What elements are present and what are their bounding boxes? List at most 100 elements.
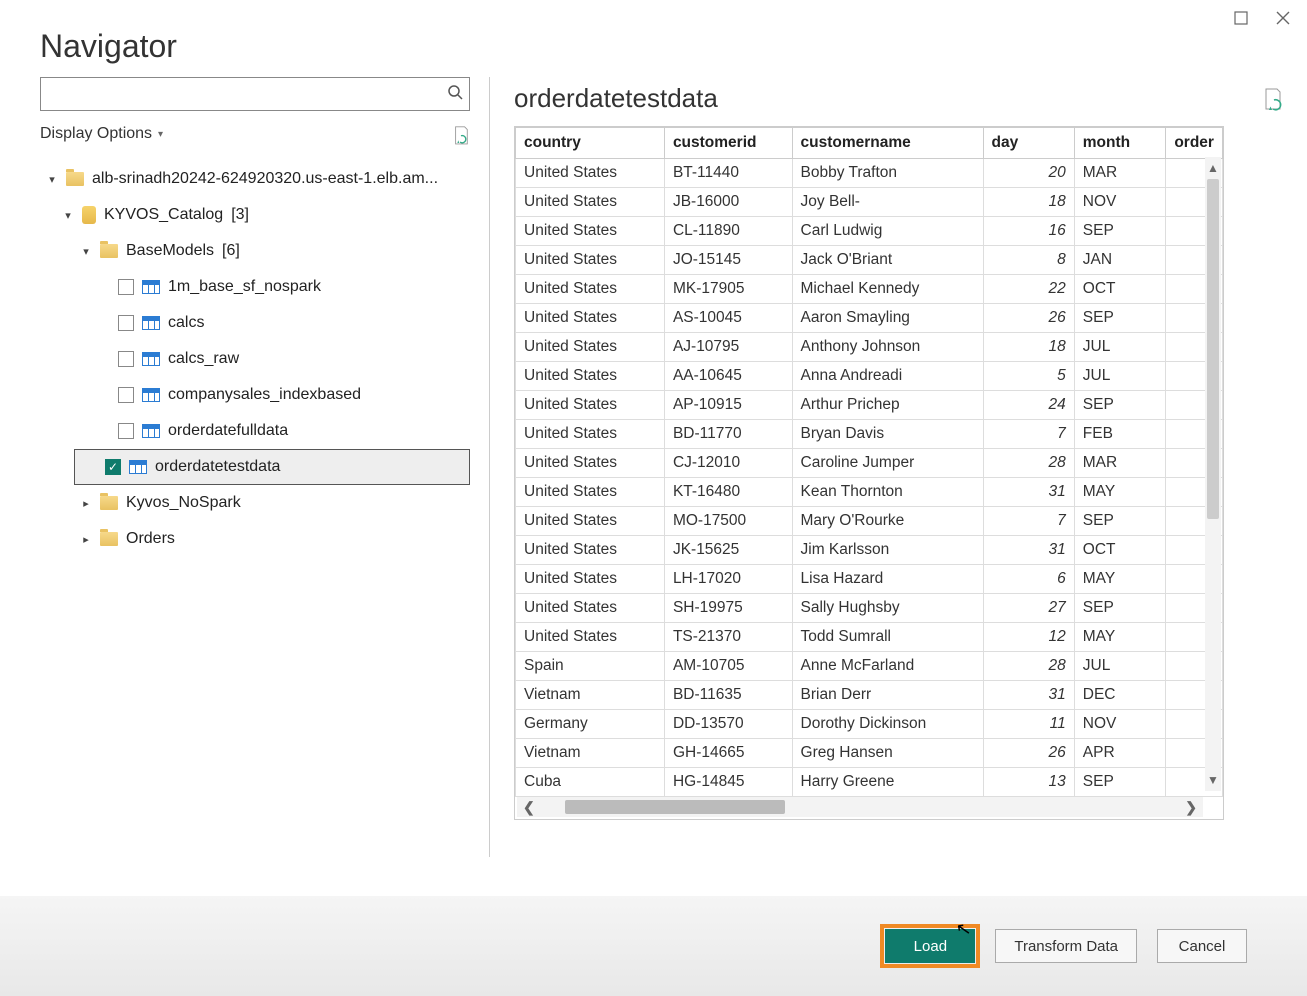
folder-icon [66,172,84,186]
cell-country: United States [516,478,665,507]
refresh-preview-icon[interactable] [1263,87,1283,111]
table-row[interactable]: CubaHG-14845Harry Greene13SEP [516,768,1223,797]
cell-customername: Anna Andreadi [792,362,983,391]
col-country[interactable]: country [516,128,665,159]
display-options-dropdown[interactable]: Display Options ▾ [40,125,163,143]
cell-day: 6 [983,565,1074,594]
scroll-thumb[interactable] [565,800,785,814]
scroll-right-icon[interactable]: ❯ [1179,799,1203,816]
tree-table-item[interactable]: ✓orderdatetestdata [74,449,470,485]
cell-day: 7 [983,507,1074,536]
cell-customerid: BD-11770 [664,420,792,449]
table-row[interactable]: SpainAM-10705Anne McFarland28JUL [516,652,1223,681]
search-input[interactable] [47,86,447,102]
table-row[interactable]: United StatesAS-10045Aaron Smayling26SEP [516,304,1223,333]
table-row[interactable]: VietnamBD-11635Brian Derr31DEC [516,681,1223,710]
cell-customername: Sally Hughsby [792,594,983,623]
table-row[interactable]: VietnamGH-14665Greg Hansen26APR [516,739,1223,768]
close-icon[interactable] [1271,6,1295,30]
cancel-button[interactable]: Cancel [1157,929,1247,963]
tree-orders[interactable]: ▸ Orders [40,521,469,557]
cell-customername: Anne McFarland [792,652,983,681]
cell-customerid: JB-16000 [664,188,792,217]
transform-data-button[interactable]: Transform Data [995,929,1137,963]
cell-country: United States [516,507,665,536]
table-row[interactable]: United StatesAJ-10795Anthony Johnson18JU… [516,333,1223,362]
table-row[interactable]: United StatesJO-15145Jack O'Briant8JAN [516,246,1223,275]
col-customerid[interactable]: customerid [664,128,792,159]
tree-table-item[interactable]: calcs_raw [40,341,469,377]
maximize-icon[interactable] [1229,6,1253,30]
cell-country: United States [516,275,665,304]
cell-country: United States [516,246,665,275]
vertical-scrollbar[interactable]: ▲ ▼ [1205,157,1221,791]
caret-icon: ▾ [80,245,92,258]
scroll-thumb[interactable] [1207,179,1219,519]
cell-customername: Aaron Smayling [792,304,983,333]
table-row[interactable]: United StatesBT-11440Bobby Trafton20MAR [516,159,1223,188]
cell-country: Spain [516,652,665,681]
tree-table-item[interactable]: calcs [40,305,469,341]
cell-customername: Lisa Hazard [792,565,983,594]
load-button[interactable]: Load [885,929,975,963]
table-row[interactable]: United StatesAP-10915Arthur Prichep24SEP [516,391,1223,420]
table-row[interactable]: United StatesLH-17020Lisa Hazard6MAY [516,565,1223,594]
database-icon [82,206,96,224]
cell-month: JUL [1074,333,1166,362]
tree-basemodels[interactable]: ▾ BaseModels [6] [40,233,469,269]
col-month[interactable]: month [1074,128,1166,159]
col-customername[interactable]: customername [792,128,983,159]
col-order[interactable]: order [1166,128,1223,159]
checkbox[interactable] [118,351,134,367]
table-row[interactable]: United StatesMO-17500Mary O'Rourke7SEP [516,507,1223,536]
table-row[interactable]: United StatesTS-21370Todd Sumrall12MAY [516,623,1223,652]
scroll-down-icon[interactable]: ▼ [1207,769,1219,791]
table-row[interactable]: GermanyDD-13570Dorothy Dickinson11NOV [516,710,1223,739]
cell-country: United States [516,188,665,217]
scroll-left-icon[interactable]: ❮ [517,799,541,816]
table-row[interactable]: United StatesCJ-12010Caroline Jumper28MA… [516,449,1223,478]
tree-node-label: calcs [168,314,204,332]
tree-catalog[interactable]: ▾ KYVOS_Catalog [3] [40,197,469,233]
scroll-up-icon[interactable]: ▲ [1207,157,1219,179]
tree-table-item[interactable]: 1m_base_sf_nospark [40,269,469,305]
table-row[interactable]: United StatesJB-16000Joy Bell-18NOV [516,188,1223,217]
tree-node-label: orderdatefulldata [168,422,288,440]
cell-country: United States [516,420,665,449]
cell-country: United States [516,159,665,188]
tree-node-label: 1m_base_sf_nospark [168,278,321,296]
cell-customerid: BT-11440 [664,159,792,188]
tree-root-server[interactable]: ▾ alb-srinadh20242-624920320.us-east-1.e… [40,161,469,197]
checkbox[interactable] [118,279,134,295]
tree-node-label: companysales_indexbased [168,386,361,404]
checkbox[interactable]: ✓ [105,459,121,475]
cell-month: OCT [1074,275,1166,304]
table-row[interactable]: United StatesAA-10645Anna Andreadi5JUL [516,362,1223,391]
checkbox[interactable] [118,387,134,403]
cell-month: MAY [1074,478,1166,507]
table-row[interactable]: United StatesJK-15625Jim Karlsson31OCT [516,536,1223,565]
checkbox[interactable] [118,423,134,439]
checkbox[interactable] [118,315,134,331]
refresh-tree-icon[interactable] [452,125,470,143]
cell-month: SEP [1074,391,1166,420]
table-row[interactable]: United StatesKT-16480Kean Thornton31MAY [516,478,1223,507]
horizontal-scrollbar[interactable]: ❮ ❯ [517,797,1203,817]
cell-customerid: LH-17020 [664,565,792,594]
search-icon[interactable] [447,84,463,105]
cell-month: MAR [1074,449,1166,478]
table-row[interactable]: United StatesSH-19975Sally Hughsby27SEP [516,594,1223,623]
cell-day: 7 [983,420,1074,449]
table-row[interactable]: United StatesMK-17905Michael Kennedy22OC… [516,275,1223,304]
preview-table-container: country customerid customername day mont… [514,126,1224,820]
cell-customerid: AP-10915 [664,391,792,420]
tree-table-item[interactable]: companysales_indexbased [40,377,469,413]
tree-table-item[interactable]: orderdatefulldata [40,413,469,449]
tree-node-label: calcs_raw [168,350,239,368]
table-row[interactable]: United StatesBD-11770Bryan Davis7FEB [516,420,1223,449]
table-row[interactable]: United StatesCL-11890Carl Ludwig16SEP [516,217,1223,246]
tree-nospark[interactable]: ▸ Kyvos_NoSpark [40,485,469,521]
cell-month: SEP [1074,594,1166,623]
search-input-container[interactable] [40,77,470,111]
col-day[interactable]: day [983,128,1074,159]
